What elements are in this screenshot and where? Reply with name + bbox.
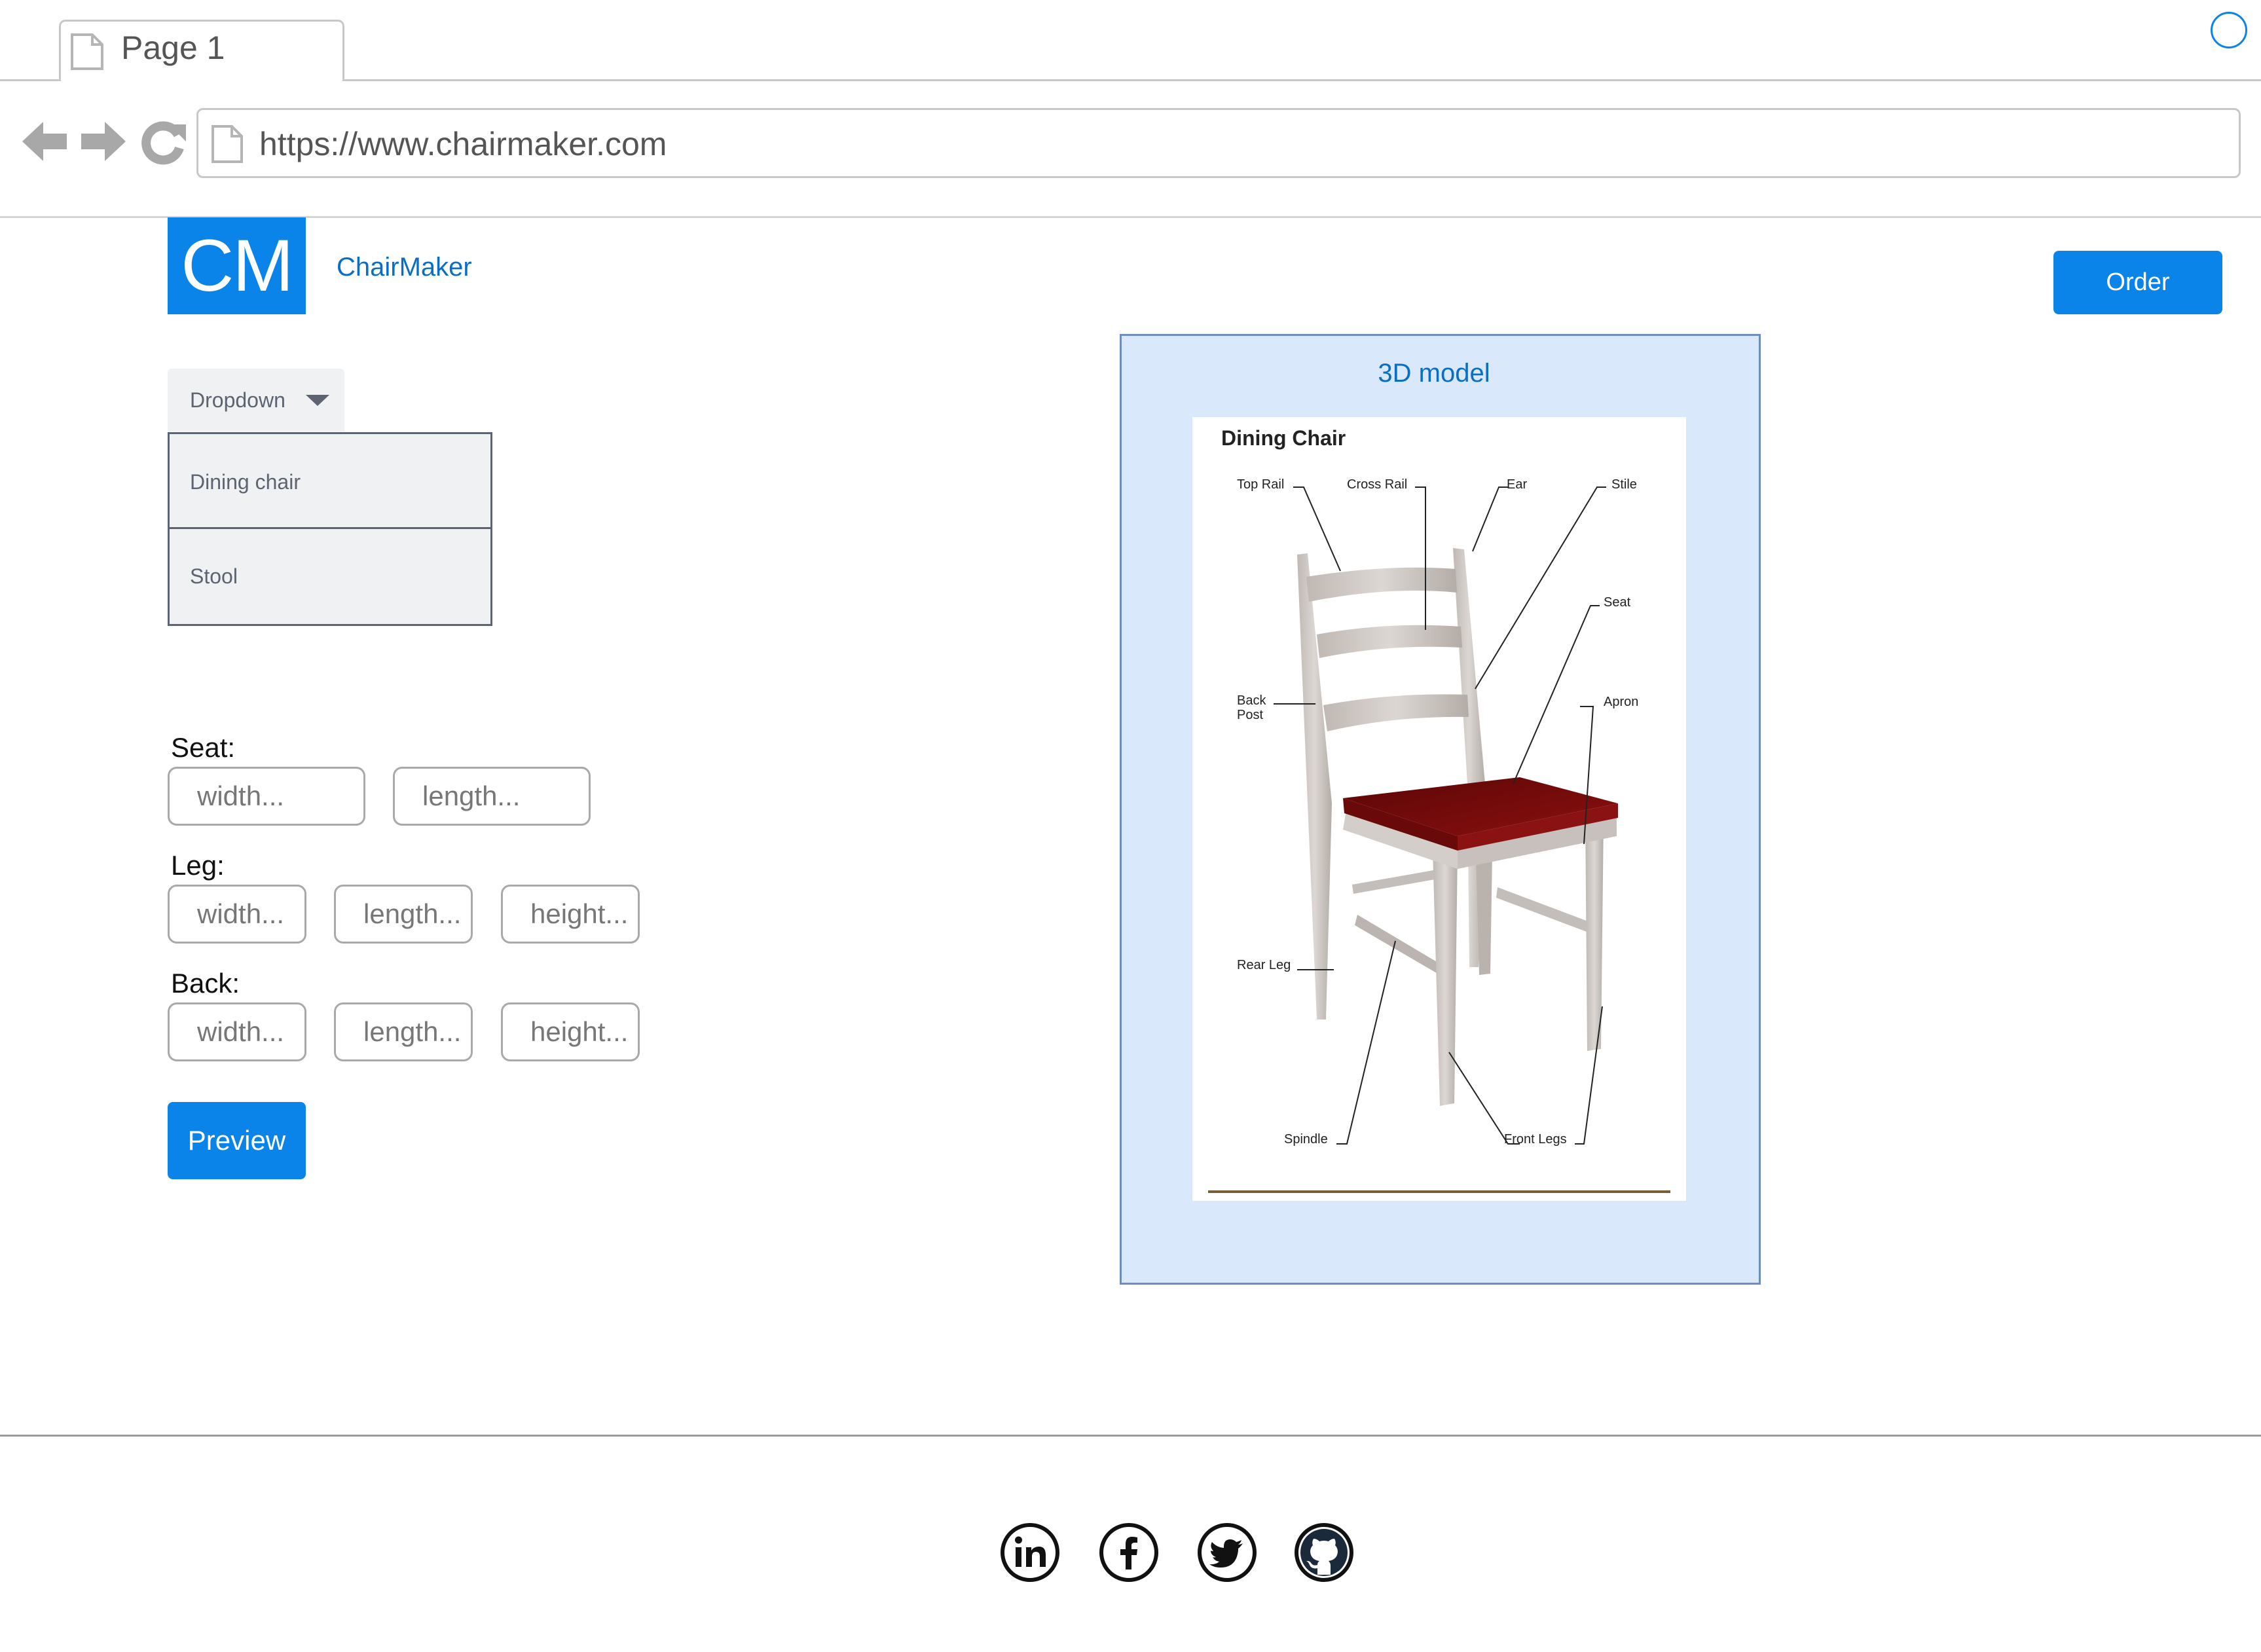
brand-name[interactable]: ChairMaker bbox=[337, 253, 472, 282]
model-panel-title: 3D model bbox=[1378, 359, 1490, 388]
label-back-post-1: Back bbox=[1237, 693, 1266, 708]
chair-diagram: Dining Chair Top Rail Cross Rail Ear Sti… bbox=[1192, 417, 1686, 1201]
dropdown-label: Dropdown bbox=[190, 388, 285, 412]
back-length-input[interactable]: length... bbox=[334, 1002, 473, 1061]
label-seat: Seat bbox=[1604, 595, 1631, 610]
label-apron: Apron bbox=[1604, 695, 1639, 709]
dropdown-option-dining-chair[interactable]: Dining chair bbox=[190, 470, 301, 494]
url-text[interactable]: https://www.chairmaker.com bbox=[259, 124, 667, 164]
tab-strip-border bbox=[344, 79, 2261, 81]
caret-down-icon bbox=[306, 395, 329, 406]
dropdown-divider bbox=[168, 527, 492, 529]
label-rear-leg: Rear Leg bbox=[1237, 958, 1291, 972]
back-label: Back: bbox=[171, 968, 240, 999]
seat-length-input[interactable]: length... bbox=[393, 767, 591, 826]
footer-divider bbox=[0, 1435, 2261, 1437]
tab-strip-border bbox=[0, 79, 60, 81]
label-stile: Stile bbox=[1611, 477, 1637, 492]
logo[interactable]: CM bbox=[168, 217, 306, 314]
leg-length-input[interactable]: length... bbox=[334, 885, 473, 944]
github-icon[interactable] bbox=[1294, 1522, 1354, 1583]
reload-icon[interactable] bbox=[140, 118, 187, 165]
back-arrow-icon[interactable] bbox=[21, 118, 68, 165]
leg-width-input[interactable]: width... bbox=[168, 885, 306, 944]
label-top-rail: Top Rail bbox=[1237, 477, 1285, 492]
label-spindle: Spindle bbox=[1284, 1132, 1328, 1147]
seat-width-input[interactable]: width... bbox=[168, 767, 365, 826]
page-icon bbox=[71, 33, 103, 70]
linkedin-icon[interactable] bbox=[1000, 1522, 1060, 1583]
preview-button[interactable]: Preview bbox=[168, 1102, 306, 1179]
tab-title: Page 1 bbox=[121, 29, 225, 66]
leg-height-input[interactable]: height... bbox=[501, 885, 640, 944]
label-back-post-2: Post bbox=[1237, 708, 1264, 722]
diagram-title: Dining Chair bbox=[1221, 426, 1346, 450]
twitter-icon[interactable] bbox=[1197, 1522, 1257, 1583]
dropdown-option-stool[interactable]: Stool bbox=[190, 564, 238, 589]
label-ear: Ear bbox=[1507, 477, 1528, 492]
order-button[interactable]: Order bbox=[2053, 251, 2222, 314]
chair-illustration bbox=[1208, 486, 1670, 1193]
forward-arrow-icon[interactable] bbox=[80, 118, 127, 165]
seat-label: Seat: bbox=[171, 732, 236, 763]
window-control-icon[interactable] bbox=[2211, 12, 2247, 48]
back-height-input[interactable]: height... bbox=[501, 1002, 640, 1061]
leg-label: Leg: bbox=[171, 850, 225, 881]
label-cross-rail: Cross Rail bbox=[1347, 477, 1408, 492]
page-icon bbox=[211, 125, 243, 163]
facebook-icon[interactable] bbox=[1099, 1522, 1159, 1583]
label-front-legs: Front Legs bbox=[1504, 1132, 1567, 1147]
dropdown-menu bbox=[168, 432, 492, 626]
chrome-divider bbox=[0, 216, 2261, 218]
back-width-input[interactable]: width... bbox=[168, 1002, 306, 1061]
